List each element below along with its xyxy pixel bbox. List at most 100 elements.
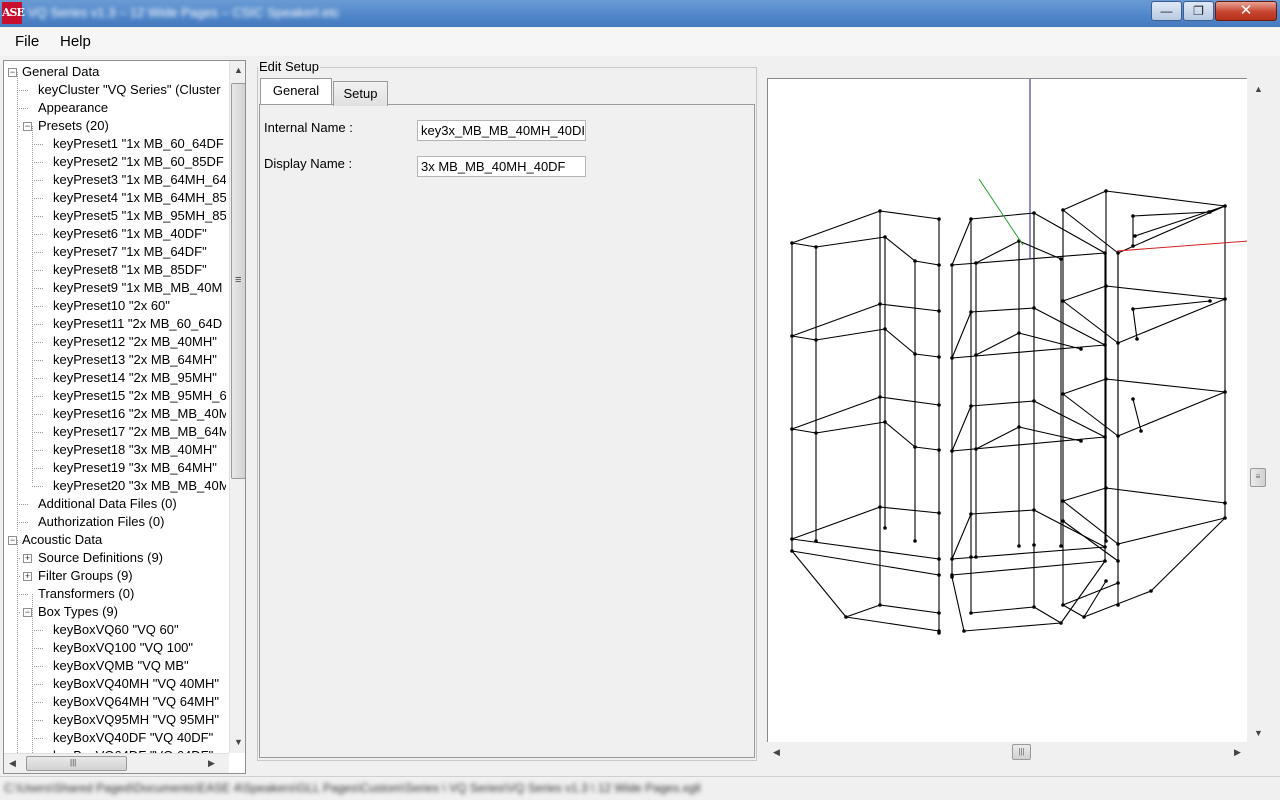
wire-vertex [1061,499,1065,503]
wire-edge [1018,240,1062,260]
wire-vertex [937,629,941,633]
tree-item[interactable]: keyPreset13 "2x MB_64MH" [4,351,226,369]
tree-connector [17,108,28,109]
expand-icon[interactable]: + [23,572,32,581]
wire-edge [879,210,940,220]
collapse-icon[interactable]: − [8,536,17,545]
tree-connector [32,324,43,325]
tree-item[interactable]: keyPreset16 "2x MB_MB_40M [4,405,226,423]
wire-vertex [790,549,794,553]
tree-item[interactable]: keyPreset19 "3x MB_64MH" [4,459,226,477]
menu-file[interactable]: File [15,33,39,50]
tree-item[interactable]: keyBoxVQMB "VQ MB" [4,657,226,675]
tree-item[interactable]: keyPreset4 "1x MB_64MH_85 [4,189,226,207]
tree-item[interactable]: keyPreset17 "2x MB_MB_64M [4,423,226,441]
wire-vertex [974,261,978,265]
wire-edge [791,550,847,618]
maximize-button[interactable]: ❐ [1183,1,1214,21]
tree-item[interactable]: keyBoxVQ95MH "VQ 95MH" [4,711,226,729]
wire-edge [815,421,886,434]
tree-item[interactable]: keyPreset12 "2x MB_40MH" [4,333,226,351]
viewport-vertical-scroll-thumb[interactable]: ≡ [1250,468,1266,487]
tab-general[interactable]: General [260,78,332,104]
tree-item[interactable]: keyPreset9 "1x MB_MB_40M [4,279,226,297]
tree-item[interactable]: − Presets (20) [4,117,226,135]
wire-vertex [1061,603,1065,607]
tree-item[interactable]: Transformers (0) [4,585,226,603]
wire-vertex [1104,284,1108,288]
tree-item[interactable]: keyPreset1 "1x MB_60_64DF [4,135,226,153]
scroll-right-icon[interactable]: ▶ [208,758,215,769]
internal-name-field[interactable]: key3x_MB_MB_40MH_40DI [417,120,586,141]
tree-connector [32,702,43,703]
tree-item[interactable]: keyPreset11 "2x MB_60_64D [4,315,226,333]
viewport-vertical-scrollbar[interactable]: ▲ ≡ ▼ [1248,78,1268,742]
tree-item[interactable]: − General Data [4,63,226,81]
minimize-button[interactable]: — [1151,1,1182,21]
display-name-field[interactable]: 3x MB_MB_40MH_40DF [417,156,586,177]
tree-item-label: Appearance [38,100,109,115]
tree-item[interactable]: + Filter Groups (9) [4,567,226,585]
tree-item[interactable]: keyCluster "VQ Series" (Cluster [4,81,226,99]
tree-item[interactable]: keyPreset6 "1x MB_40DF" [4,225,226,243]
wire-vertex [974,447,978,451]
tree-vertical-scrollbar[interactable]: ▲ ≡ ▼ [229,61,245,753]
viewport-horizontal-scrollbar[interactable]: ◀ ||| ▶ [767,742,1248,762]
tree-item[interactable]: keyPreset15 "2x MB_95MH_6 [4,387,226,405]
wire-edge [791,242,817,248]
close-button[interactable]: ✕ [1215,1,1277,21]
tree-horizontal-scrollbar[interactable]: ◀ ||| ▶ [4,753,229,773]
tree-item[interactable]: keyPreset2 "1x MB_60_85DF [4,153,226,171]
scroll-up-icon[interactable]: ▲ [234,65,243,75]
tree-item[interactable]: Additional Data Files (0) [4,495,226,513]
wire-vertex [1223,297,1227,301]
collapse-icon[interactable]: − [23,122,32,131]
3d-viewport[interactable] [767,78,1247,742]
tree-item[interactable]: keyBoxVQ40DF "VQ 40DF" [4,729,226,747]
tree-item[interactable]: keyPreset14 "2x MB_95MH" [4,369,226,387]
wire-vertex [1032,306,1036,310]
expand-icon[interactable]: + [23,554,32,563]
tree-item[interactable]: − Box Types (9) [4,603,226,621]
scroll-down-icon[interactable]: ▼ [234,737,243,747]
wire-edge [1105,190,1226,207]
tree-item[interactable]: keyPreset3 "1x MB_64MH_64 [4,171,226,189]
collapse-icon[interactable]: − [23,608,32,617]
collapse-icon[interactable]: − [8,68,17,77]
tree-item[interactable]: − Acoustic Data [4,531,226,549]
tree-item[interactable]: keyPreset18 "3x MB_40MH" [4,441,226,459]
tree-item[interactable]: keyBoxVQ40MH "VQ 40MH" [4,675,226,693]
tree-item[interactable]: keyPreset7 "1x MB_64DF" [4,243,226,261]
menu-help[interactable]: Help [60,33,91,50]
project-tree[interactable]: − General Data keyCluster "VQ Series" (Clu… [3,60,246,774]
tree-item[interactable]: keyPreset20 "3x MB_MB_40M [4,477,226,495]
tree-item[interactable]: + Source Definitions (9) [4,549,226,567]
tree-connector [17,594,28,595]
tree-item[interactable]: keyPreset5 "1x MB_95MH_85 [4,207,226,225]
tree-item-label: Presets (20) [38,118,109,133]
tree-item[interactable]: keyPreset8 "1x MB_85DF" [4,261,226,279]
tab-setup[interactable]: Setup [333,81,388,106]
tree-item[interactable]: keyBoxVQ64MH "VQ 64MH" [4,693,226,711]
tree-item[interactable]: keyPreset10 "2x 60" [4,297,226,315]
wire-edge [914,353,940,358]
tree-connector [32,666,43,667]
tree-item[interactable]: Authorization Files (0) [4,513,226,531]
tree-horizontal-scroll-thumb[interactable]: ||| [26,756,127,771]
axis-x [1116,240,1247,252]
tree-vertical-scroll-thumb[interactable]: ≡ [231,83,245,479]
tree-connector [32,180,43,181]
scroll-left-icon[interactable]: ◀ [9,758,16,769]
wire-edge [1062,300,1119,344]
scroll-right-icon[interactable]: ▶ [1234,747,1241,758]
display-name-label: Display Name : [264,156,353,171]
wire-edge [1033,400,1106,438]
scroll-down-icon[interactable]: ▼ [1254,728,1263,738]
tree-item[interactable]: Appearance [4,99,226,117]
scroll-up-icon[interactable]: ▲ [1254,84,1263,94]
scroll-left-icon[interactable]: ◀ [773,747,780,758]
tree-item[interactable]: keyBoxVQ60 "VQ 60" [4,621,226,639]
wire-vertex [1116,434,1120,438]
tree-item[interactable]: keyBoxVQ100 "VQ 100" [4,639,226,657]
viewport-horizontal-scroll-thumb[interactable]: ||| [1012,744,1031,760]
